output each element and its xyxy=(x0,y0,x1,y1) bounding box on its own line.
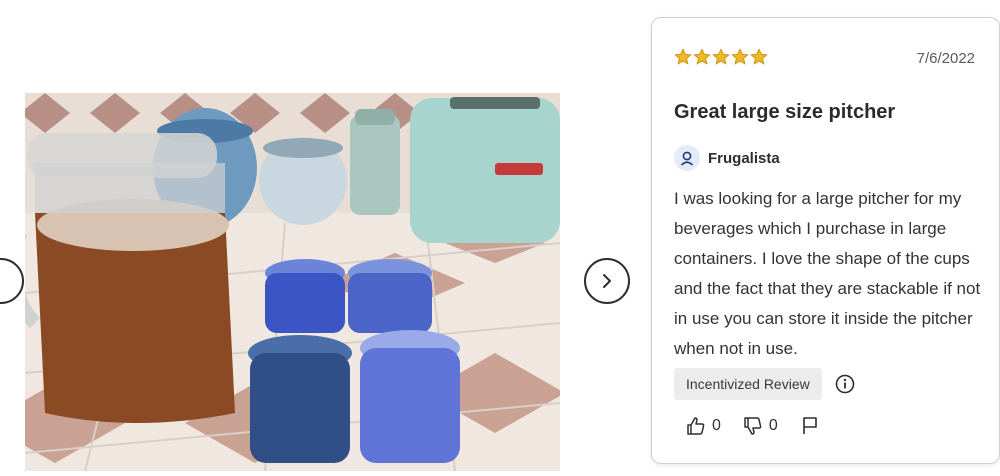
review-author: Frugalista xyxy=(674,145,780,171)
thumbs-down-icon xyxy=(744,417,762,435)
author-name: Frugalista xyxy=(708,149,780,167)
review-date: 7/6/2022 xyxy=(916,50,975,67)
review-card: 7/6/2022 Great large size pitcher Frugal… xyxy=(651,17,1000,464)
not-helpful-count: 0 xyxy=(768,417,778,434)
photo-illustration xyxy=(25,93,560,471)
star-icon xyxy=(750,48,768,65)
info-icon[interactable] xyxy=(834,373,856,395)
previous-image-button[interactable] xyxy=(0,258,24,304)
helpful-button[interactable]: 0 xyxy=(686,416,721,436)
badge-row: Incentivized Review xyxy=(674,368,856,400)
review-actions: 0 0 xyxy=(686,416,820,436)
review-body: I was looking for a large pitcher for my… xyxy=(674,189,981,358)
star-rating xyxy=(674,48,768,66)
helpful-count: 0 xyxy=(712,417,721,434)
star-icon xyxy=(693,48,711,65)
star-icon xyxy=(674,48,692,65)
review-title: Great large size pitcher xyxy=(674,101,896,123)
thumbs-up-icon xyxy=(687,417,705,435)
chevron-right-icon xyxy=(603,274,611,288)
flag-icon xyxy=(803,417,817,434)
report-button[interactable] xyxy=(800,416,820,436)
review-photo[interactable] xyxy=(25,93,560,471)
incentivized-review-badge: Incentivized Review xyxy=(674,368,822,400)
user-icon xyxy=(674,145,700,171)
star-icon xyxy=(712,48,730,65)
next-image-button[interactable] xyxy=(584,258,630,304)
star-icon xyxy=(731,48,749,65)
not-helpful-button[interactable]: 0 xyxy=(743,416,778,436)
